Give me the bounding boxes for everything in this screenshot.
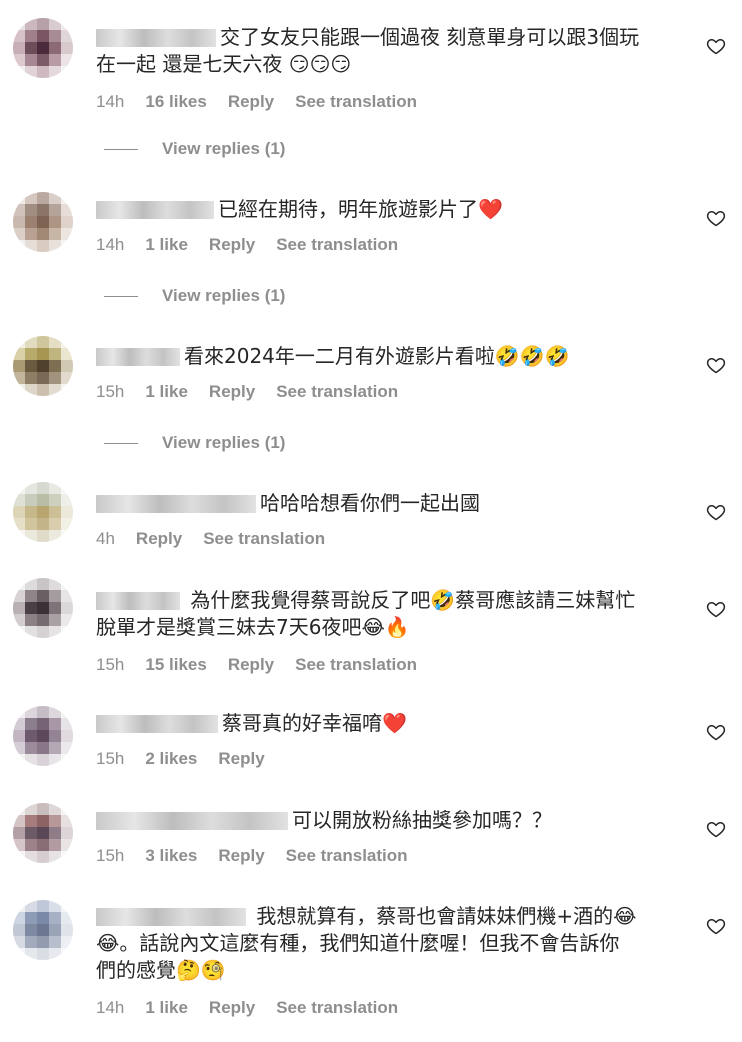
reply-button[interactable]: Reply: [218, 749, 264, 769]
heart-outline-icon[interactable]: [706, 916, 726, 936]
comment-text-line: 脫單才是獎賞三妹去7天6夜吧😂🔥: [96, 615, 410, 639]
username-redacted[interactable]: [96, 812, 288, 830]
see-translation-button[interactable]: See translation: [276, 998, 398, 1018]
comment-text-line: 蔡哥真的好幸福唷❤️: [222, 711, 407, 735]
username-redacted[interactable]: [96, 495, 256, 513]
comment-time: 14h: [96, 998, 125, 1017]
avatar[interactable]: [13, 192, 73, 252]
comment-text-line: 已經在期待，明年旅遊影片了❤️: [218, 197, 503, 221]
divider: [104, 442, 138, 444]
comment-time: 15h: [96, 749, 125, 768]
comment-time: 15h: [96, 846, 125, 865]
like-count[interactable]: 15 likes: [145, 655, 206, 675]
reply-button[interactable]: Reply: [209, 235, 255, 255]
comment-text-line: 我想就算有，蔡哥也會請妹妹們機+酒的😂: [256, 904, 637, 928]
comment-text-line: 😂。話說內文這麼有種，我們知道什麼喔！但我不會告訴你: [96, 931, 620, 955]
heart-outline-icon[interactable]: [706, 819, 726, 839]
reply-button[interactable]: Reply: [136, 529, 182, 549]
comment-time: 15h: [96, 382, 125, 401]
heart-outline-icon[interactable]: [706, 722, 726, 742]
reply-button[interactable]: Reply: [228, 655, 274, 675]
comment-text-line: 在一起 還是七天六夜 😏😏😏: [96, 52, 352, 76]
comment-text: 交了女友只能跟一個過夜 刻意單身可以跟3個玩在一起 還是七天六夜 😏😏😏: [96, 24, 676, 78]
like-count[interactable]: 3 likes: [145, 846, 197, 866]
view-replies-label: View replies (1): [162, 286, 286, 305]
username-redacted[interactable]: [96, 29, 216, 47]
comment-text-line: 為什麼我覺得蔡哥說反了吧🤣蔡哥應該請三妹幫忙: [190, 588, 636, 612]
avatar[interactable]: [13, 578, 73, 638]
reply-button[interactable]: Reply: [209, 998, 255, 1018]
comment-text-line: 交了女友只能跟一個過夜 刻意單身可以跟3個玩: [220, 25, 640, 49]
see-translation-button[interactable]: See translation: [286, 846, 408, 866]
comment-meta: 14h 1 like Reply See translation: [96, 235, 676, 255]
see-translation-button[interactable]: See translation: [276, 235, 398, 255]
comment-text-line: 可以開放粉絲抽獎參加嗎？？: [292, 808, 552, 832]
avatar[interactable]: [13, 482, 73, 542]
comment-time: 14h: [96, 92, 125, 111]
comment-meta: 15h 3 likes Reply See translation: [96, 846, 676, 866]
divider: [104, 295, 138, 297]
comment-text-line: 們的感覺🤔🧐: [96, 958, 226, 982]
like-count[interactable]: 1 like: [145, 382, 188, 402]
comment-text-line: 哈哈哈想看你們一起出國: [260, 491, 480, 515]
comment-text: 看來2024年一二月有外遊影片看啦🤣🤣🤣: [96, 343, 676, 370]
see-translation-button[interactable]: See translation: [295, 655, 417, 675]
comment-text: 可以開放粉絲抽獎參加嗎？？: [96, 807, 676, 834]
username-redacted[interactable]: [96, 348, 180, 366]
comment-time: 4h: [96, 529, 115, 548]
username-redacted[interactable]: [96, 908, 246, 926]
like-count[interactable]: 2 likes: [145, 749, 197, 769]
heart-outline-icon[interactable]: [706, 502, 726, 522]
see-translation-button[interactable]: See translation: [276, 382, 398, 402]
like-count[interactable]: 1 like: [145, 998, 188, 1018]
comment-meta: 14h 16 likes Reply See translation: [96, 92, 676, 112]
comment-text: 蔡哥真的好幸福唷❤️: [96, 710, 676, 737]
comment-text: 已經在期待，明年旅遊影片了❤️: [96, 196, 676, 223]
reply-button[interactable]: Reply: [228, 92, 274, 112]
heart-outline-icon[interactable]: [706, 355, 726, 375]
comment-text-line: 看來2024年一二月有外遊影片看啦🤣🤣🤣: [184, 344, 570, 368]
username-redacted[interactable]: [96, 201, 214, 219]
reply-button[interactable]: Reply: [209, 382, 255, 402]
comment-meta: 15h 15 likes Reply See translation: [96, 655, 676, 675]
username-redacted[interactable]: [96, 592, 180, 610]
view-replies-button[interactable]: View replies (1): [104, 139, 285, 159]
comment-text: 為什麼我覺得蔡哥說反了吧🤣蔡哥應該請三妹幫忙脫單才是獎賞三妹去7天6夜吧😂🔥: [96, 587, 676, 641]
view-replies-button[interactable]: View replies (1): [104, 286, 285, 306]
like-count[interactable]: 1 like: [145, 235, 188, 255]
comment-meta: 14h 1 like Reply See translation: [96, 998, 676, 1018]
reply-button[interactable]: Reply: [218, 846, 264, 866]
heart-outline-icon[interactable]: [706, 599, 726, 619]
see-translation-button[interactable]: See translation: [203, 529, 325, 549]
view-replies-label: View replies (1): [162, 139, 286, 158]
comment-meta: 4h Reply See translation: [96, 529, 676, 549]
comment-meta: 15h 1 like Reply See translation: [96, 382, 676, 402]
like-count[interactable]: 16 likes: [145, 92, 206, 112]
avatar[interactable]: [13, 336, 73, 396]
view-replies-label: View replies (1): [162, 433, 286, 452]
avatar[interactable]: [13, 18, 73, 78]
heart-outline-icon[interactable]: [706, 208, 726, 228]
comment-time: 14h: [96, 235, 125, 254]
avatar[interactable]: [13, 803, 73, 863]
comment-text: 我想就算有，蔡哥也會請妹妹們機+酒的😂 😂。話說內文這麼有種，我們知道什麼喔！但我…: [96, 903, 676, 984]
comment-time: 15h: [96, 655, 125, 674]
comment-text: 哈哈哈想看你們一起出國: [96, 490, 676, 517]
divider: [104, 148, 138, 150]
avatar[interactable]: [13, 706, 73, 766]
comment-meta: 15h 2 likes Reply: [96, 749, 676, 769]
see-translation-button[interactable]: See translation: [295, 92, 417, 112]
username-redacted[interactable]: [96, 715, 218, 733]
avatar[interactable]: [13, 900, 73, 960]
view-replies-button[interactable]: View replies (1): [104, 433, 285, 453]
heart-outline-icon[interactable]: [706, 36, 726, 56]
